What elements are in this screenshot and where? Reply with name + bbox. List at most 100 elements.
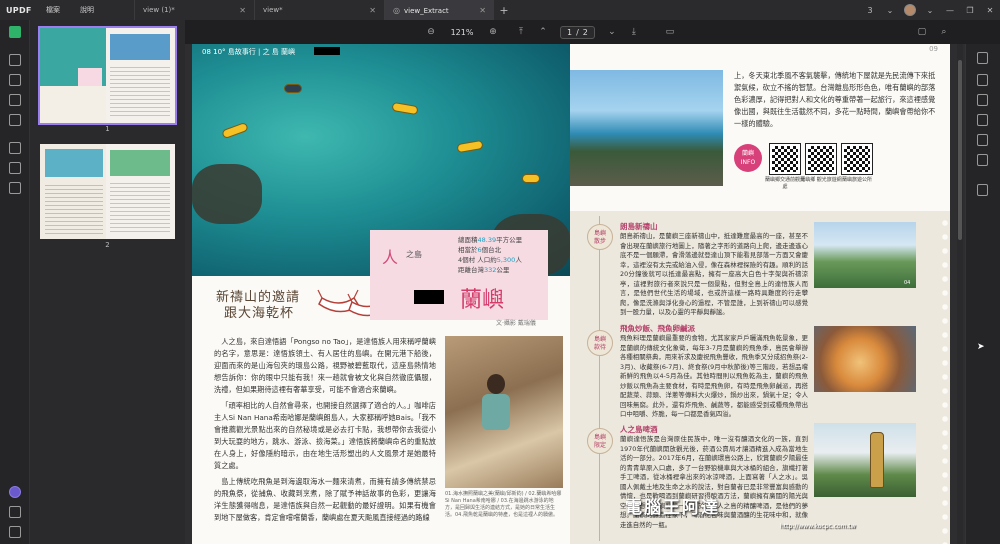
search-icon[interactable]: ⌕: [933, 27, 955, 37]
next-page-icon[interactable]: ⌄: [601, 27, 623, 37]
person-body: [482, 394, 510, 430]
island-stats: 總面積48.39平方公里 相當於6個台北 4個村 人口約5,300人 距離台灣3…: [458, 235, 522, 275]
badge-line: INFO: [740, 159, 756, 166]
chevron-down-icon[interactable]: ⌄: [920, 6, 940, 15]
headline-line: 新禱山的邀請: [216, 290, 301, 305]
convert-icon[interactable]: [977, 52, 988, 64]
scrollbar-thumb[interactable]: [958, 60, 962, 240]
page-thumbnail-2[interactable]: [40, 144, 175, 239]
minimize-icon[interactable]: —: [940, 6, 960, 15]
beer-photo: [814, 423, 916, 497]
save-icon[interactable]: [977, 154, 988, 166]
left-tool-rail: [0, 20, 30, 544]
page-counter[interactable]: 3: [860, 6, 880, 15]
article-headline: 新禱山的邀請 跟大海乾杯: [216, 290, 300, 322]
protect-icon[interactable]: [977, 94, 988, 106]
email-icon[interactable]: [977, 134, 988, 146]
section-badge: 島嶼 款待: [587, 330, 613, 356]
page-number: 09: [929, 45, 938, 53]
zoom-out-icon[interactable]: ⊖: [420, 27, 442, 37]
title-ren: 人: [382, 248, 399, 267]
qr-label: 蘭嶼旅遊公所: [841, 177, 872, 183]
page-separator: /: [576, 27, 579, 37]
thumb-text: [110, 180, 170, 235]
close-icon[interactable]: ✕: [479, 6, 486, 15]
crop-icon[interactable]: [9, 142, 21, 154]
layers-icon[interactable]: [9, 182, 21, 194]
quiche-photo: [814, 326, 916, 392]
prev-page-icon[interactable]: ⌃: [532, 27, 554, 37]
first-page-icon[interactable]: ⤒: [510, 27, 532, 37]
attachment-icon[interactable]: [9, 526, 21, 538]
presentation-icon[interactable]: ▭: [659, 27, 681, 37]
ai-assistant-icon[interactable]: [9, 486, 21, 498]
rock-shape: [192, 164, 262, 224]
document-viewer[interactable]: 08 10° 島故事行 | 之 島 蘭嶼 新禱山的邀請 跟大海乾杯 人 之島 總…: [185, 44, 965, 544]
close-icon[interactable]: ✕: [369, 6, 376, 15]
last-page-icon[interactable]: ⤓: [623, 27, 645, 37]
thumb-text: [110, 64, 170, 119]
tab-view[interactable]: view* ✕: [254, 0, 384, 20]
new-tab-button[interactable]: +: [494, 4, 514, 17]
form-icon[interactable]: [9, 114, 21, 126]
current-page[interactable]: 1: [567, 28, 572, 37]
swimmer: [456, 139, 484, 154]
comment-icon[interactable]: ▢: [911, 27, 933, 37]
watermark-logo: 電腦王阿達: [625, 498, 720, 518]
title-zhi-dao: 之島: [406, 250, 422, 259]
menu-help[interactable]: 說明: [70, 5, 104, 15]
photo-number: 04: [904, 280, 911, 286]
section-badge: 島嶼 散步: [587, 224, 613, 250]
qr-code: [841, 143, 873, 175]
swimmer: [522, 174, 540, 183]
thumbnail-panel: 1 2: [30, 20, 185, 544]
comment-tool-icon[interactable]: [9, 74, 21, 86]
tab-view-extract[interactable]: ◎ view_Extract ✕: [384, 0, 494, 20]
section-badge: 島嶼 限定: [587, 428, 613, 454]
island-title: 蘭嶼: [460, 288, 505, 313]
zoom-in-icon[interactable]: ⊕: [482, 27, 504, 37]
close-icon[interactable]: ✕: [239, 6, 246, 15]
swimmer: [391, 101, 419, 116]
app-window: UPDF 檔案 說明 view (1)* ✕ view* ✕ ◎ view_Ext…: [0, 0, 1000, 544]
badge-line: 蘭嶼: [741, 150, 754, 157]
section-title: 飛魚炒飯、飛魚卵鹹派: [620, 324, 695, 333]
restore-icon[interactable]: ❐: [960, 6, 980, 15]
chevron-down-icon[interactable]: ⌄: [880, 6, 900, 15]
bookmark-icon[interactable]: [9, 506, 21, 518]
tab-view-1[interactable]: view (1)* ✕: [134, 0, 254, 20]
share-icon[interactable]: [977, 114, 988, 126]
thumb-box: [78, 68, 102, 86]
thumb-photo: [45, 149, 103, 177]
swimmer: [221, 121, 249, 140]
stat-row: 4個村 人口約5,300人: [458, 256, 522, 264]
total-pages: 2: [582, 27, 588, 37]
app-logo: UPDF: [6, 5, 32, 15]
headline-line: 跟大海乾杯: [224, 306, 295, 321]
film-edge: [940, 216, 950, 544]
thumbnail-number: 1: [105, 125, 110, 133]
reader-mode-icon[interactable]: [9, 26, 21, 38]
article-body: 人之島，來自達悟語「Pongso no Tao」，是達悟族人用來稱呼蘭嶼的名字，…: [214, 336, 436, 524]
close-window-icon[interactable]: ✕: [980, 6, 1000, 15]
document-icon: ◎: [393, 5, 400, 15]
page-thumbnail-1[interactable]: [38, 26, 177, 125]
organize-icon[interactable]: [9, 94, 21, 106]
ocr-icon[interactable]: [9, 162, 21, 174]
section-title: 人之島啤酒: [620, 425, 658, 434]
thumbnail-number: 2: [105, 241, 110, 249]
edit-icon[interactable]: [9, 54, 21, 66]
window-controls: 3 ⌄ ⌄ — ❐ ✕: [860, 0, 1000, 20]
tab-label: view_Extract: [403, 6, 449, 15]
avatar[interactable]: [904, 4, 916, 16]
photo-caption: 01.海水撫照蘭嶼之美(蘭嶼/邱新鈞) / 02.蘭嶼希哈娜Si Nan Han…: [445, 491, 562, 518]
pdf-page-right: 09 上，冬天東北季風不客氣襲擊，傳統地下屋就是先民流傳下來抵禦氣候，砍立不搖的…: [570, 44, 950, 544]
coast-photo: [570, 70, 723, 186]
hill-photo: [814, 222, 916, 288]
menu-file[interactable]: 檔案: [36, 5, 70, 15]
page-navigator[interactable]: 1 / 2: [560, 25, 595, 39]
print-icon[interactable]: [977, 184, 988, 196]
swimmer: [284, 84, 302, 93]
zoom-level[interactable]: 121%: [442, 28, 482, 37]
export-pdf-icon[interactable]: [977, 74, 988, 86]
